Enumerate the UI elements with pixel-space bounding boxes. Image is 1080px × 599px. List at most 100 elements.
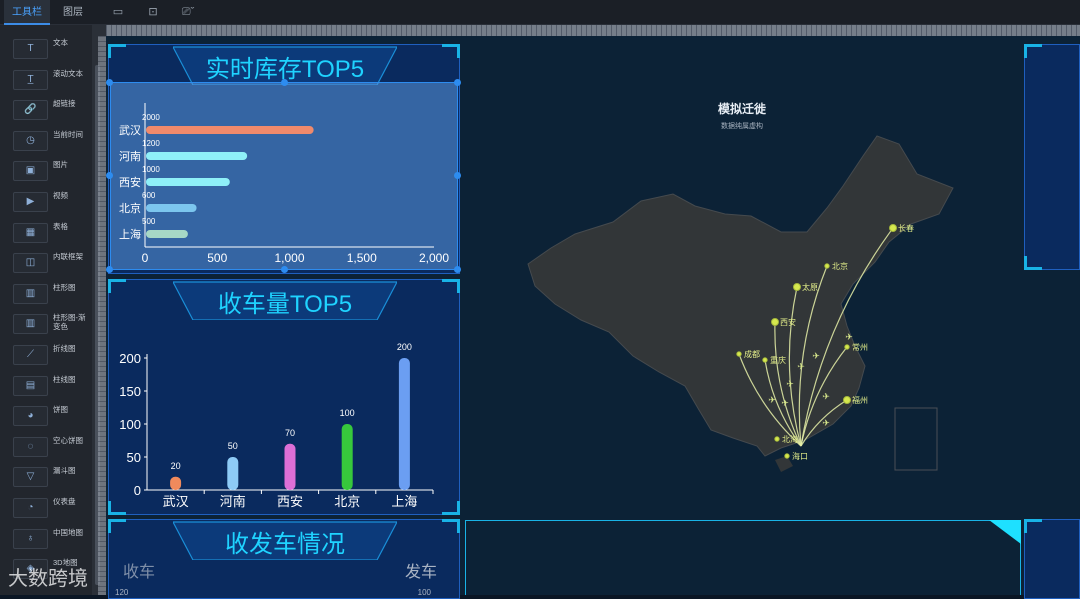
data-label: 20	[171, 461, 181, 471]
bar-chart-icon: ▥	[13, 283, 48, 304]
bar[interactable]	[146, 178, 230, 186]
sidebar-item[interactable]: ▣ 图片	[0, 157, 92, 187]
resize-handle[interactable]	[106, 172, 113, 179]
sidebar-item[interactable]: ♁ 中国地图	[0, 525, 92, 555]
stock-bar-chart[interactable]: 0 500 1,000 1,500 2,000 武汉2000 河南1200 西安1000 北京6…	[111, 83, 459, 271]
sidebar-item-label: 漏斗图	[53, 466, 76, 476]
sidebar-item[interactable]: ◷ 当前时间	[0, 127, 92, 157]
city-point[interactable]	[771, 318, 779, 326]
category-label: 武汉	[163, 494, 189, 509]
city-label: 重庆	[770, 355, 786, 365]
save-icon[interactable]: ▭	[111, 6, 125, 19]
tab-toolbar[interactable]: 工具栏	[4, 0, 50, 25]
image-icon: ▣	[13, 161, 48, 182]
sidebar-item-label: 表格	[53, 221, 68, 231]
top-toolbar: 工具栏 图层 ▭ ⊡ ⎚ˇ	[0, 0, 1080, 25]
bar[interactable]	[341, 424, 353, 490]
sidebar-item[interactable]: T̲ 滚动文本	[0, 66, 92, 96]
panel-corner	[108, 44, 126, 58]
bar[interactable]	[227, 457, 239, 490]
vertical-ruler	[98, 36, 106, 595]
send-panel[interactable]: 收发车情况 收车 发车 120 100	[108, 519, 460, 599]
data-label: 70	[285, 428, 295, 438]
data-label: 1200	[142, 139, 160, 148]
bar[interactable]	[146, 204, 197, 212]
bottom-center-frame[interactable]	[465, 520, 1021, 595]
sidebar-item[interactable]: ◕ 饼图	[0, 402, 92, 432]
resize-handle[interactable]	[454, 172, 461, 179]
sidebar-item-label: 内联框架	[53, 252, 83, 262]
sidebar-item-label: 当前时间	[53, 129, 83, 139]
sidebar-item[interactable]: ◫ 内联框架	[0, 249, 92, 279]
panel-corner	[1024, 44, 1042, 58]
plane-icon: ✈	[845, 332, 853, 342]
resize-handle[interactable]	[454, 79, 461, 86]
x-tick-label: 1,000	[274, 251, 304, 265]
sidebar-item[interactable]: ◌ 空心饼图	[0, 433, 92, 463]
city-point[interactable]	[774, 436, 780, 442]
right-panel-top[interactable]	[1024, 44, 1080, 270]
bar-line-icon: ▤	[13, 375, 48, 396]
city-point[interactable]	[843, 396, 851, 404]
city-point[interactable]	[736, 351, 742, 357]
resize-handle[interactable]	[281, 79, 288, 86]
resize-handle[interactable]	[454, 266, 461, 273]
frame-corner-accent	[989, 520, 1021, 544]
china-map-shape	[527, 135, 954, 457]
bar[interactable]	[146, 126, 314, 134]
pie-chart-icon: ◕	[13, 406, 48, 427]
right-axis-top: 100	[417, 588, 431, 597]
resize-handle[interactable]	[281, 266, 288, 273]
right-panel-bottom[interactable]	[1024, 519, 1080, 599]
component-sidebar: T 文本 T̲ 滚动文本 🔗 超链接 ◷ 当前时间 ▣ 图片 ▶ 视频 ▦ 表格 ◫ 内联框架 ▥ 柱形图 ▥ 柱形图…	[0, 25, 92, 595]
migration-map-chart[interactable]: 模拟迁徙 数据纯属虚构 ✈ 长春 ✈ 北京 ✈ 太原 ✈ 西安 ✈ 成都 ✈ 重庆 ✈ 常州 ✈ 福州 北海 海口	[463, 36, 1023, 516]
bar[interactable]	[146, 230, 188, 238]
funnel-icon: ▽	[13, 467, 48, 488]
city-point[interactable]	[824, 263, 830, 269]
sidebar-item[interactable]: T 文本	[0, 35, 92, 65]
panel-title: 收发车情况	[225, 531, 345, 558]
scroll-text-icon: T̲	[13, 69, 48, 90]
sidebar-item-label: 中国地图	[53, 527, 83, 537]
preview-icon[interactable]: ⎚ˇ	[178, 6, 198, 19]
city-point[interactable]	[762, 357, 768, 363]
gradient-bar-icon: ▥	[13, 314, 48, 335]
x-tick-label: 500	[207, 251, 227, 265]
plane-icon: ✈	[822, 418, 830, 428]
sidebar-item[interactable]: 🔗 超链接	[0, 96, 92, 126]
city-point[interactable]	[844, 344, 850, 350]
city-point[interactable]	[889, 224, 897, 232]
screenshot-icon[interactable]: ⊡	[146, 6, 160, 19]
city-label: 北海	[782, 434, 798, 444]
cars-bar-chart[interactable]: 0 50 100 150 200 20 武汉 50 河南 70 西安 100 北京 200 上海	[109, 280, 461, 516]
sidebar-item[interactable]: ▤ 柱线图	[0, 372, 92, 402]
sidebar-item-label: 饼图	[53, 405, 68, 415]
resize-handle[interactable]	[106, 79, 113, 86]
resize-handle[interactable]	[106, 266, 113, 273]
selected-chart-box[interactable]: 0 500 1,000 1,500 2,000 武汉 2000 河南 1200 西安 1000 北京 6…	[110, 82, 458, 270]
sidebar-item[interactable]: ▶ 视频	[0, 188, 92, 218]
tab-layers[interactable]: 图层	[50, 0, 96, 25]
sidebar-item[interactable]: ▽ 漏斗图	[0, 463, 92, 493]
panel-corner	[108, 519, 126, 533]
plane-icon: ✈	[797, 362, 805, 372]
sidebar-item[interactable]: ⟋ 折线图	[0, 341, 92, 371]
y-tick-label: 0	[134, 483, 141, 498]
sidebar-item[interactable]: ◔ 仪表盘	[0, 494, 92, 524]
y-tick-label: 50	[127, 450, 141, 465]
bar[interactable]	[284, 443, 296, 490]
video-icon: ▶	[13, 192, 48, 212]
bar[interactable]	[398, 358, 410, 490]
sidebar-item-label: 文本	[53, 38, 68, 47]
bar[interactable]	[146, 152, 248, 160]
cars-panel[interactable]: 收车量TOP5 0 50 100 150 200 20 武汉 50 河南 70 西安 100 北京 200…	[108, 279, 460, 515]
sidebar-item[interactable]: ▦ 表格	[0, 219, 92, 249]
sidebar-item-label: 滚动文本	[53, 68, 83, 78]
x-tick-label: 0	[142, 251, 149, 265]
city-point[interactable]	[793, 283, 801, 291]
city-point[interactable]	[784, 453, 790, 459]
bar[interactable]	[170, 476, 182, 490]
sidebar-item[interactable]: ▥ 柱形图-渐变色	[0, 310, 92, 340]
sidebar-item-label: 柱形图	[53, 282, 76, 292]
sidebar-item[interactable]: ▥ 柱形图	[0, 280, 92, 310]
